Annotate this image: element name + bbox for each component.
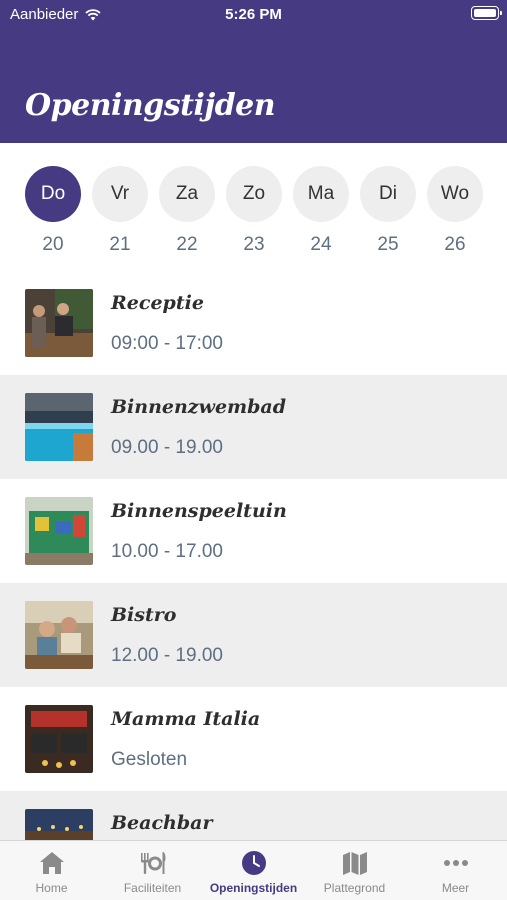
facility-row-beachbar[interactable]: Beachbar xyxy=(0,791,507,840)
map-icon xyxy=(342,852,367,875)
day-item-zo[interactable]: Zo 23 xyxy=(225,166,283,266)
facility-name: Receptie xyxy=(111,292,204,314)
facility-thumbnail xyxy=(25,705,93,773)
day-date: 26 xyxy=(444,234,466,255)
tab-meer[interactable]: Meer xyxy=(405,841,506,900)
day-label: Zo xyxy=(226,166,282,222)
facility-hours: 12.00 - 19.00 xyxy=(111,645,223,666)
tab-label: Faciliteiten xyxy=(123,881,182,895)
day-date: 22 xyxy=(176,234,198,255)
facility-name: Beachbar xyxy=(111,812,213,834)
day-date: 20 xyxy=(42,234,64,255)
facility-hours: 09:00 - 17:00 xyxy=(111,333,223,354)
cutlery-icon xyxy=(140,852,166,874)
day-label: Ma xyxy=(293,166,349,222)
day-selector: Do 20 Vr 21 Za 22 Zo 23 Ma 24 Di 25 Wo 2… xyxy=(0,143,507,271)
clock-icon xyxy=(241,851,266,875)
day-label: Vr xyxy=(92,166,148,222)
facility-row-mamma-italia[interactable]: Mamma Italia Gesloten xyxy=(0,687,507,791)
day-label: Wo xyxy=(427,166,483,222)
facility-thumbnail xyxy=(25,393,93,461)
header: Aanbieder 5:26 PM Openingstijden xyxy=(0,0,507,143)
tab-home[interactable]: Home xyxy=(1,841,102,900)
day-item-di[interactable]: Di 25 xyxy=(359,166,417,266)
facility-list: Receptie 09:00 - 17:00 Binnenzwembad 09.… xyxy=(0,271,507,840)
status-time: 5:26 PM xyxy=(225,6,282,23)
day-date: 21 xyxy=(109,234,131,255)
facility-hours: 10.00 - 17.00 xyxy=(111,541,223,562)
status-bar: Aanbieder 5:26 PM xyxy=(0,0,507,28)
facility-row-binnenspeeltuin[interactable]: Binnenspeeltuin 10.00 - 17.00 xyxy=(0,479,507,583)
facility-thumbnail xyxy=(25,601,93,669)
facility-name: Mamma Italia xyxy=(111,708,261,730)
tab-bar: Home Faciliteiten Openingstijden Platteg… xyxy=(0,840,507,900)
day-item-ma[interactable]: Ma 24 xyxy=(292,166,350,266)
day-label: Di xyxy=(360,166,416,222)
facility-thumbnail xyxy=(25,497,93,565)
page-title: Openingstijden xyxy=(25,88,276,123)
facility-row-receptie[interactable]: Receptie 09:00 - 17:00 xyxy=(0,271,507,375)
tab-faciliteiten[interactable]: Faciliteiten xyxy=(102,841,203,900)
tab-label: Meer xyxy=(441,881,470,895)
day-item-vr[interactable]: Vr 21 xyxy=(91,166,149,266)
day-date: 23 xyxy=(243,234,265,255)
tab-label: Openingstijden xyxy=(209,881,298,895)
facility-hours: 09.00 - 19.00 xyxy=(111,437,223,458)
facility-name: Binnenzwembad xyxy=(111,396,287,418)
day-item-za[interactable]: Za 22 xyxy=(158,166,216,266)
day-item-do[interactable]: Do 20 xyxy=(24,166,82,266)
facility-row-binnenzwembad[interactable]: Binnenzwembad 09.00 - 19.00 xyxy=(0,375,507,479)
facility-name: Bistro xyxy=(111,604,177,626)
battery-icon xyxy=(471,6,502,20)
day-item-wo[interactable]: Wo 26 xyxy=(426,166,484,266)
facility-row-bistro[interactable]: Bistro 12.00 - 19.00 xyxy=(0,583,507,687)
facility-name: Binnenspeeltuin xyxy=(111,500,287,522)
day-label: Do xyxy=(25,166,81,222)
day-label: Za xyxy=(159,166,215,222)
facility-thumbnail xyxy=(25,289,93,357)
day-date: 24 xyxy=(310,234,332,255)
tab-label: Plattegrond xyxy=(323,881,386,895)
facility-thumbnail xyxy=(25,809,93,840)
day-date: 25 xyxy=(377,234,399,255)
tab-label: Home xyxy=(35,881,68,895)
more-icon xyxy=(443,860,468,866)
tab-openingstijden[interactable]: Openingstijden xyxy=(203,841,304,900)
tab-plattegrond[interactable]: Plattegrond xyxy=(304,841,405,900)
facility-hours: Gesloten xyxy=(111,749,188,770)
house-icon xyxy=(39,852,64,874)
